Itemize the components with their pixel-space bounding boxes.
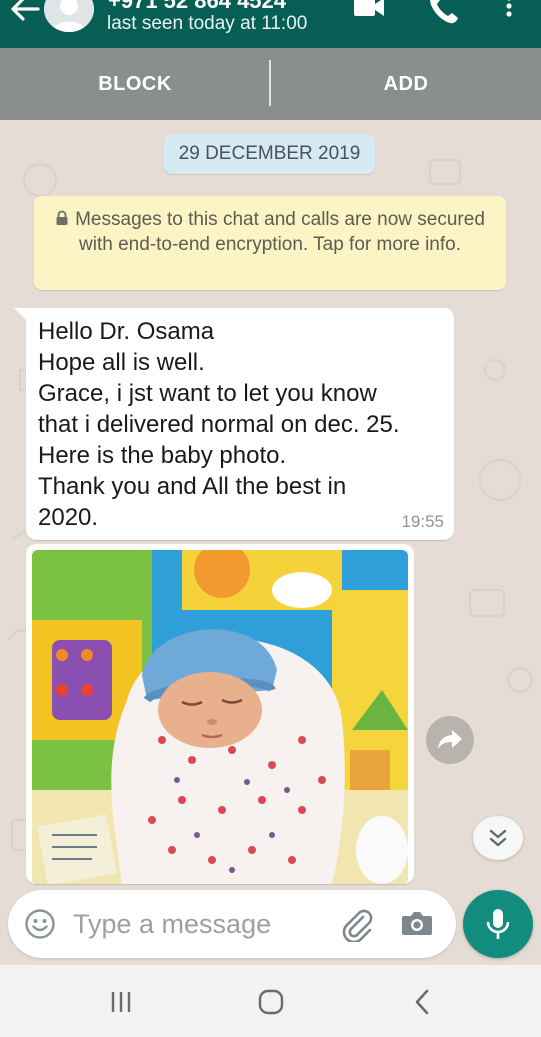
unknown-contact-actions: BLOCK ADD: [0, 48, 541, 120]
double-chevron-down-icon: [489, 829, 507, 847]
message-timestamp: 19:55: [401, 512, 444, 531]
bubble-tail: [14, 308, 26, 320]
image-message-bubble[interactable]: [26, 544, 414, 884]
encryption-notice[interactable]: Messages to this chat and calls are now …: [34, 196, 506, 290]
emoji-icon[interactable]: [24, 908, 56, 940]
system-navigation-bar: [0, 965, 541, 1037]
message-composer[interactable]: Type a message: [8, 890, 456, 958]
recent-apps-icon[interactable]: [106, 987, 136, 1017]
incoming-message-bubble[interactable]: Hello Dr. Osama Hope all is well. Grace,…: [14, 308, 454, 540]
camera-icon[interactable]: [400, 907, 434, 939]
scroll-to-bottom-button[interactable]: [473, 816, 523, 860]
voice-record-button[interactable]: [463, 890, 533, 958]
baby-photo[interactable]: [32, 550, 408, 884]
block-button[interactable]: BLOCK: [0, 48, 270, 120]
message-line: Hope all is well.: [38, 349, 205, 376]
message-line: Here is the baby photo.: [38, 442, 287, 469]
back-nav-icon[interactable]: [408, 987, 438, 1017]
back-arrow-icon[interactable]: [8, 0, 42, 26]
add-contact-button[interactable]: ADD: [271, 48, 541, 120]
message-input[interactable]: Type a message: [73, 909, 271, 940]
lock-icon: [56, 210, 68, 225]
chat-header: +971 52 864 4524 last seen today at 11:0…: [0, 0, 541, 48]
message-line: Thank you and All the best in: [38, 473, 347, 500]
last-seen-status: last seen today at 11:00: [107, 13, 308, 34]
phone-call-icon[interactable]: [426, 0, 460, 24]
paperclip-icon[interactable]: [338, 906, 374, 942]
chat-area[interactable]: 29 DECEMBER 2019 Messages to this chat a…: [0, 120, 541, 960]
default-avatar-icon: [44, 0, 94, 32]
message-line: Hello Dr. Osama: [38, 318, 215, 345]
message-line: Grace, i jst want to let you know: [38, 380, 377, 407]
date-separator: 29 DECEMBER 2019: [164, 134, 375, 174]
forward-share-icon: [438, 730, 462, 749]
home-icon[interactable]: [256, 987, 286, 1017]
contact-name[interactable]: +971 52 864 4524: [108, 0, 286, 14]
message-line: that i delivered normal on dec. 25.: [38, 411, 400, 438]
encryption-notice-text: Messages to this chat and calls are now …: [75, 209, 485, 255]
microphone-icon: [486, 909, 510, 939]
more-options-icon[interactable]: [492, 0, 526, 24]
message-text: Hello Dr. Osama Hope all is well. Grace,…: [38, 316, 448, 533]
contact-avatar[interactable]: [44, 0, 94, 32]
message-line: 2020.: [38, 504, 99, 531]
forward-button[interactable]: [426, 716, 474, 764]
video-camera-icon[interactable]: [352, 0, 386, 24]
